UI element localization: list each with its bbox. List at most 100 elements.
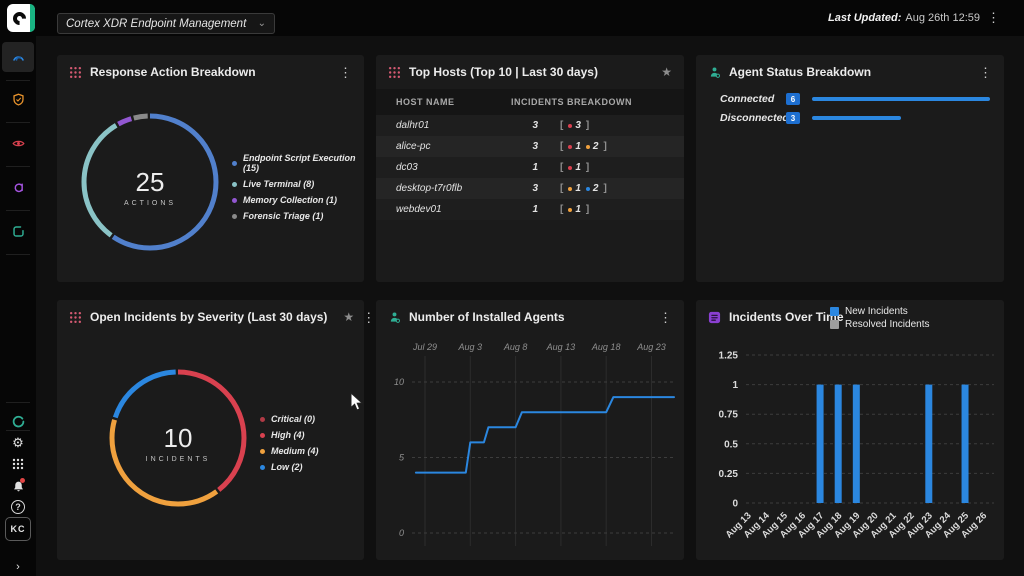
donut-center: 10 INCIDENTS	[136, 423, 220, 463]
severity-count: 1	[568, 183, 581, 194]
sidebar-divider	[6, 254, 30, 255]
svg-text:Aug 3: Aug 3	[458, 342, 483, 352]
table-row[interactable]: dalhr013[3]	[376, 115, 684, 136]
legend-label: Live Terminal (8)	[243, 179, 314, 189]
user-avatar[interactable]: KC	[5, 517, 31, 541]
svg-text:1.25: 1.25	[719, 351, 739, 362]
shield-icon	[12, 93, 25, 106]
panel-number-of-installed-agents: Number of Installed Agents ⋮ Jul 29Aug 3…	[376, 300, 684, 560]
topbar-menu-icon[interactable]: ⋮	[987, 11, 1000, 24]
top-hosts-table-body: dalhr013[3]alice-pc3[12]dc031[1]desktop-…	[376, 115, 684, 220]
panel-title: Agent Status Breakdown	[729, 65, 871, 79]
legend-dot	[260, 449, 265, 454]
legend-item: Endpoint Script Execution (15)	[232, 153, 364, 173]
dashboard-selector-dropdown[interactable]: Cortex XDR Endpoint Management ⌄	[57, 13, 275, 34]
sidebar-item-settings[interactable]: ⚙	[2, 430, 34, 454]
legend-item: Low (2)	[260, 462, 319, 472]
agent-status-row[interactable]: Disconnected 3	[696, 110, 1004, 126]
panel-menu-icon[interactable]: ⋮	[979, 66, 992, 79]
count-badge: 3	[786, 112, 800, 124]
sidebar-item-help[interactable]: ?	[2, 495, 34, 519]
table-row[interactable]: desktop-t7r0flb3[12]	[376, 178, 684, 199]
incidents-breakdown: [3]	[560, 120, 589, 131]
incidents-breakdown: [1]	[560, 162, 589, 173]
severity-dot	[586, 145, 590, 149]
widget-grid-icon	[69, 66, 82, 79]
cortex-xdr-dashboard: Cortex XDR Endpoint Management ⌄ Last Up…	[0, 0, 1024, 576]
new-incidents-swatch	[830, 307, 839, 316]
left-sidebar: ⚙ ? KC ›	[0, 0, 36, 576]
panel-title: Top Hosts (Top 10 | Last 30 days)	[409, 65, 598, 79]
severity-dot	[568, 166, 572, 170]
incidents-breakdown: [12]	[560, 183, 607, 194]
sidebar-divider	[6, 80, 30, 81]
panel-title: Incidents Over Time	[729, 310, 844, 324]
legend-label: Critical (0)	[271, 414, 315, 424]
svg-text:5: 5	[399, 453, 405, 463]
sidebar-item-apps[interactable]	[2, 452, 34, 476]
panel-open-incidents-by-severity: Open Incidents by Severity (Last 30 days…	[57, 300, 364, 560]
svg-text:Aug 18: Aug 18	[591, 342, 621, 352]
table-row[interactable]: alice-pc3[12]	[376, 136, 684, 157]
incidents-breakdown: [1]	[560, 204, 589, 215]
sidebar-item-dashboard[interactable]	[2, 42, 34, 72]
severity-dot	[568, 187, 572, 191]
sidebar-item-console[interactable]	[2, 216, 34, 246]
panel-menu-icon[interactable]: ⋮	[362, 311, 375, 324]
panel-incidents-over-time: Incidents Over Time New Incidents Resolv…	[696, 300, 1004, 560]
sidebar-expand-button[interactable]: ›	[2, 552, 34, 576]
incidents-total-label: INCIDENTS	[136, 456, 220, 463]
severity-count: 1	[568, 162, 581, 173]
legend-label: Forensic Triage (1)	[243, 211, 323, 221]
table-row[interactable]: webdev011[1]	[376, 199, 684, 220]
svg-text:0.75: 0.75	[719, 410, 739, 421]
legend-label: Memory Collection (1)	[243, 195, 337, 205]
last-updated-value: Aug 26th 12:59	[905, 12, 980, 24]
cortex-logo[interactable]	[7, 4, 35, 32]
agent-status-row[interactable]: Connected6	[696, 91, 1004, 107]
panel-title: Response Action Breakdown	[90, 65, 256, 79]
sidebar-divider	[6, 402, 30, 403]
legend-dot	[260, 465, 265, 470]
legend-label: Low (2)	[271, 462, 303, 472]
severity-dot	[586, 187, 590, 191]
dashboard-gauge-icon	[12, 51, 25, 64]
favorite-star-icon[interactable]: ★	[343, 310, 354, 324]
panel-top-hosts: Top Hosts (Top 10 | Last 30 days) ★ HOST…	[376, 55, 684, 282]
top-bar: Cortex XDR Endpoint Management ⌄ Last Up…	[0, 0, 1024, 36]
panel-menu-icon[interactable]: ⋮	[659, 311, 672, 324]
incidents-total: 10	[136, 423, 220, 454]
incident-count: 3	[504, 141, 538, 152]
resolved-incidents-swatch	[830, 320, 839, 329]
svg-text:Aug 13: Aug 13	[546, 342, 576, 352]
legend-item: Forensic Triage (1)	[232, 211, 364, 221]
severity-count: 3	[568, 120, 581, 131]
legend-item: Medium (4)	[260, 446, 319, 456]
agent-status-label: Disconnected	[720, 112, 782, 124]
table-row[interactable]: dc031[1]	[376, 157, 684, 178]
widget-grid-icon	[69, 311, 82, 324]
help-icon: ?	[11, 500, 25, 514]
sidebar-divider	[6, 166, 30, 167]
legend-dot	[232, 161, 237, 166]
legend-item: Critical (0)	[260, 414, 319, 424]
count-badge: 6	[786, 93, 800, 105]
sidebar-item-threat-intel[interactable]	[2, 128, 34, 158]
panel-title: Number of Installed Agents	[409, 310, 565, 324]
mouse-cursor	[350, 392, 364, 412]
cortex-agent-icon	[12, 415, 25, 428]
sidebar-item-endpoint-protection[interactable]	[2, 84, 34, 114]
legend-label: High (4)	[271, 430, 305, 440]
eye-icon	[12, 137, 25, 150]
panel-menu-icon[interactable]: ⋮	[339, 66, 352, 79]
svg-text:Aug 23: Aug 23	[636, 342, 666, 352]
incident-count: 1	[504, 204, 538, 215]
sidebar-item-attack-surface[interactable]	[2, 172, 34, 202]
severity-count: 1	[568, 141, 581, 152]
svg-text:Aug 8: Aug 8	[503, 342, 528, 352]
sidebar-divider	[6, 210, 30, 211]
new-incidents-label: New Incidents	[845, 306, 908, 317]
favorite-star-icon[interactable]: ★	[661, 65, 672, 79]
legend-label: Medium (4)	[271, 446, 319, 456]
incidents-over-time-legend: New Incidents Resolved Incidents	[830, 306, 930, 332]
